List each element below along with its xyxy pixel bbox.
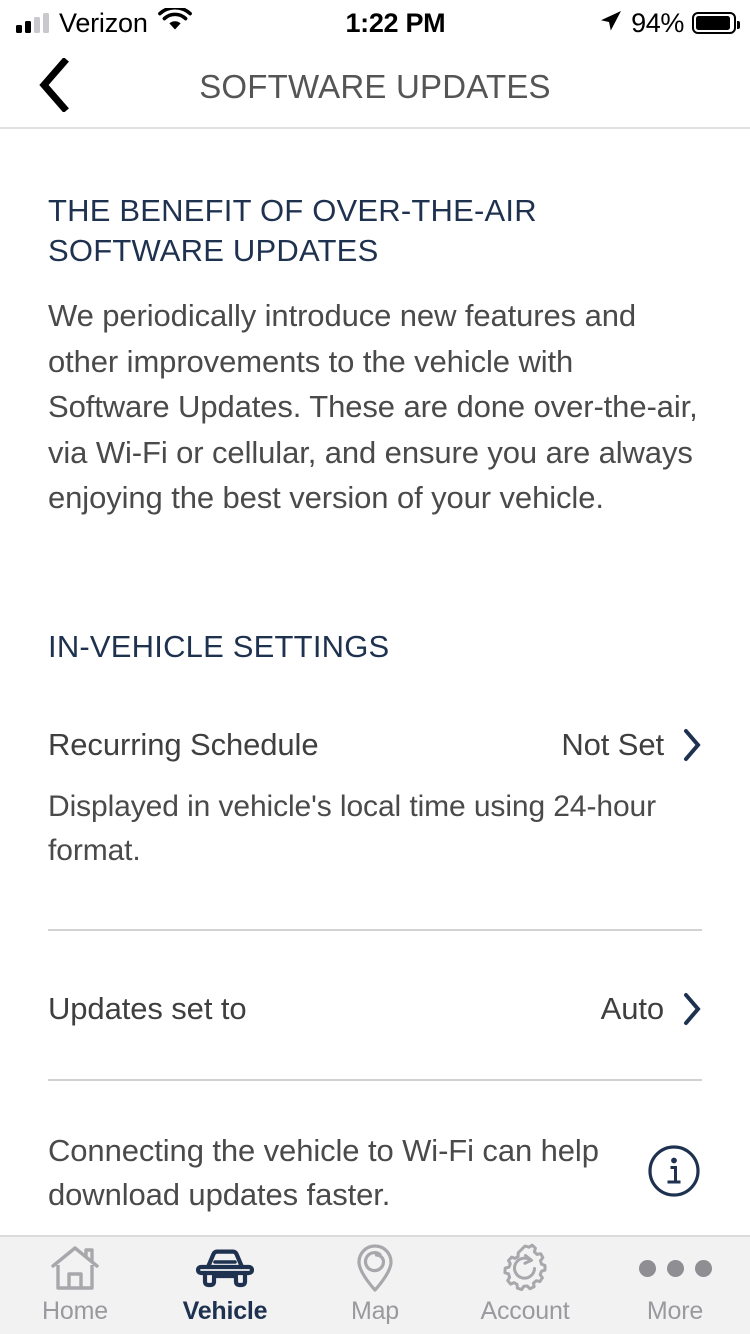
tab-home[interactable]: Home [0, 1237, 150, 1334]
wifi-note-text: Connecting the vehicle to Wi-Fi can help… [48, 1132, 599, 1212]
row-recurring-schedule[interactable]: Recurring Schedule Not Set [48, 667, 702, 763]
row-value-group: Not Set [561, 727, 702, 763]
bottom-tab-bar: Home Vehicle Map Account More [0, 1235, 750, 1334]
tab-label: More [646, 1297, 704, 1325]
tab-account[interactable]: Account [450, 1237, 600, 1334]
car-icon [196, 1245, 254, 1291]
row-value-group: Auto [601, 991, 702, 1027]
map-pin-icon [353, 1244, 397, 1292]
row-label: Updates set to [48, 990, 247, 1026]
chevron-right-icon [682, 728, 702, 762]
in-vehicle-settings-heading: IN-VEHICLE SETTINGS [48, 628, 390, 664]
chevron-right-icon [682, 992, 702, 1026]
back-button[interactable] [26, 57, 80, 115]
main-content: THE BENEFIT OF OVER-THE-AIR SOFTWARE UPD… [0, 131, 750, 1235]
location-arrow-icon [599, 9, 623, 38]
home-icon [50, 1245, 100, 1291]
wifi-note-block: Connecting the vehicle to Wi-Fi can help… [48, 1081, 702, 1217]
recurring-schedule-note: Displayed in vehicle's local time using … [48, 789, 657, 867]
ellipsis-icon [638, 1245, 712, 1291]
status-bar: Verizon 1:22 PM 94% [0, 0, 750, 46]
row-updates-set-to[interactable]: Updates set to Auto [48, 931, 702, 1027]
tab-label: Home [42, 1297, 108, 1325]
tab-label: Account [480, 1297, 570, 1325]
status-bar-left: Verizon [0, 5, 192, 39]
battery-percent: 94% [631, 7, 684, 38]
carrier-name: Verizon [59, 7, 148, 38]
benefit-body-text: We periodically introduce new features a… [48, 298, 698, 515]
tab-label: Map [350, 1297, 400, 1325]
clock: 1:22 PM [345, 7, 446, 38]
cellular-signal-icon [16, 13, 49, 33]
benefit-heading: THE BENEFIT OF OVER-THE-AIR SOFTWARE UPD… [48, 193, 537, 268]
chevron-left-icon [36, 57, 70, 115]
row-value: Auto [600, 990, 664, 1026]
row-label: Recurring Schedule [48, 726, 319, 762]
tab-map[interactable]: Map [300, 1237, 450, 1334]
status-bar-right: 94% [599, 8, 750, 39]
battery-icon [692, 12, 740, 34]
nav-bar: SOFTWARE UPDATES [0, 46, 750, 129]
status-bar-center: 1:22 PM [192, 8, 599, 39]
wifi-icon [157, 5, 192, 38]
tab-more[interactable]: More [600, 1237, 750, 1334]
page-title: SOFTWARE UPDATES [199, 67, 551, 105]
gear-icon [500, 1243, 550, 1291]
info-circle-icon[interactable] [646, 1143, 702, 1204]
tab-label: Vehicle [182, 1297, 268, 1325]
app-screen: Verizon 1:22 PM 94% SOFTWARE UPDATES THE… [0, 0, 750, 1334]
tab-vehicle[interactable]: Vehicle [150, 1237, 300, 1334]
row-value: Not Set [561, 726, 664, 762]
